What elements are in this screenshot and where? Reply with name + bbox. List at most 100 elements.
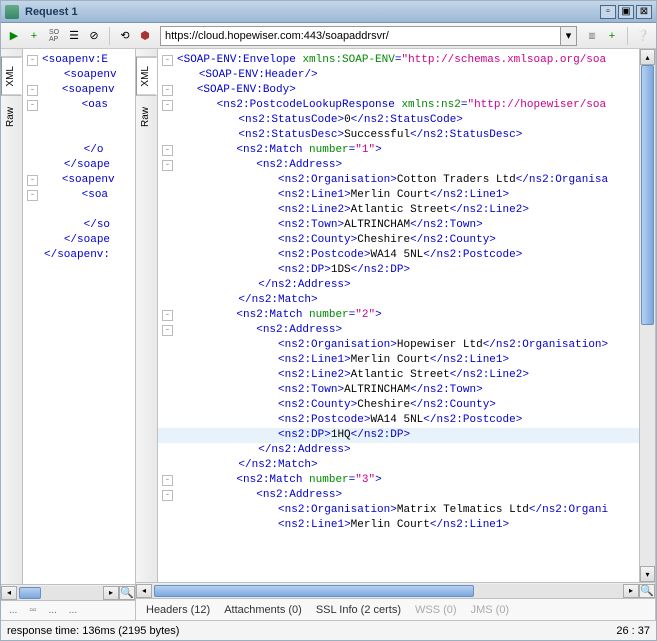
xml-line[interactable]: -<SOAP-ENV:Envelope xmlns:SOAP-ENV="http…	[158, 53, 639, 68]
request-xml-viewer[interactable]: -<soapenv:E <soapenv- <soapenv- <oas </o…	[23, 49, 135, 584]
xml-line[interactable]: <SOAP-ENV:Header/>	[158, 68, 639, 83]
xml-line[interactable]: <ns2:Town>ALTRINCHAM</ns2:Town>	[158, 383, 639, 398]
tree-icon[interactable]: ☰	[65, 27, 83, 45]
zoom-icon[interactable]: 🔍	[639, 584, 655, 598]
xml-line[interactable]: </soapenv:	[23, 248, 135, 263]
xml-line[interactable]: <soapenv	[23, 68, 135, 83]
soap-icon[interactable]: SOAP	[45, 27, 63, 45]
tab-sslinfo[interactable]: SSL Info (2 certs)	[316, 604, 401, 616]
fold-toggle-icon[interactable]: -	[27, 100, 38, 111]
scroll-left-button[interactable]: ◂	[1, 586, 17, 600]
add-button[interactable]: +	[25, 27, 43, 45]
scroll-down-button[interactable]: ▾	[640, 566, 655, 582]
xml-line[interactable]: </ns2:Address>	[158, 443, 639, 458]
fold-toggle-icon[interactable]: -	[162, 490, 173, 501]
xml-line[interactable]: - <ns2:Match number="3">	[158, 473, 639, 488]
help-icon[interactable]: ❔	[634, 27, 652, 45]
xml-line[interactable]: <ns2:Line1>Merlin Court</ns2:Line1>	[158, 353, 639, 368]
xml-line[interactable]: - <SOAP-ENV:Body>	[158, 83, 639, 98]
xml-line[interactable]: <ns2:County>Cheshire</ns2:County>	[158, 398, 639, 413]
wsi-icon[interactable]: ▥	[583, 27, 601, 45]
xml-line[interactable]: <ns2:DP>1DS</ns2:DP>	[158, 263, 639, 278]
fold-toggle-icon[interactable]: -	[27, 190, 38, 201]
xml-line[interactable]: </ns2:Match>	[158, 293, 639, 308]
url-dropdown-icon[interactable]: ▾	[561, 26, 577, 46]
xml-line[interactable]: - <ns2:PostcodeLookupResponse xmlns:ns2=…	[158, 98, 639, 113]
xml-line[interactable]: - <soapenv	[23, 173, 135, 188]
xml-line[interactable]: <ns2:Line1>Merlin Court</ns2:Line1>	[158, 518, 639, 533]
tab-raw-left[interactable]: Raw	[1, 98, 22, 136]
fold-toggle-icon[interactable]: -	[162, 160, 173, 171]
xml-line[interactable]: </ns2:Address>	[158, 278, 639, 293]
add-assertion-icon[interactable]: +	[603, 27, 621, 45]
xml-line[interactable]: </soape	[23, 233, 135, 248]
xml-line[interactable]	[23, 128, 135, 143]
run-button[interactable]: ▶	[5, 27, 23, 45]
xml-line[interactable]: <ns2:Organisation>Hopewiser Ltd</ns2:Org…	[158, 338, 639, 353]
tab-wss[interactable]: WSS (0)	[415, 604, 457, 616]
fold-toggle-icon[interactable]: -	[162, 475, 173, 486]
xml-line[interactable]: </o	[23, 143, 135, 158]
fold-toggle-icon[interactable]: -	[27, 55, 38, 66]
fold-toggle-icon[interactable]: -	[162, 55, 173, 66]
tab-attachments[interactable]: Attachments (0)	[224, 604, 302, 616]
tab-xml-left[interactable]: XML	[1, 57, 22, 96]
xml-line[interactable]: </soape	[23, 158, 135, 173]
scroll-left-button[interactable]: ◂	[136, 584, 152, 598]
xml-line[interactable]: <ns2:Postcode>WA14 5NL</ns2:Postcode>	[158, 248, 639, 263]
xml-line[interactable]: <ns2:StatusCode>0</ns2:StatusCode>	[158, 113, 639, 128]
scroll-thumb[interactable]	[19, 587, 41, 599]
xml-line[interactable]: <ns2:County>Cheshire</ns2:County>	[158, 233, 639, 248]
xml-line[interactable]: - <ns2:Match number="2">	[158, 308, 639, 323]
xml-line[interactable]: - <oas	[23, 98, 135, 113]
xml-line[interactable]: <ns2:DP>1HQ</ns2:DP>	[158, 428, 639, 443]
vscroll-thumb[interactable]	[641, 65, 654, 325]
scroll-track[interactable]	[17, 586, 103, 600]
xml-line[interactable]: - <soa	[23, 188, 135, 203]
minimize-button[interactable]: ▫	[600, 5, 616, 19]
xml-line[interactable]: <ns2:Line2>Atlantic Street</ns2:Line2>	[158, 368, 639, 383]
reset-icon[interactable]: ⊘	[85, 27, 103, 45]
fold-toggle-icon[interactable]: -	[27, 175, 38, 186]
xml-line[interactable]: <ns2:Town>ALTRINCHAM</ns2:Town>	[158, 218, 639, 233]
history-back-icon[interactable]: ⟲	[116, 27, 134, 45]
scroll-right-button[interactable]: ▸	[103, 586, 119, 600]
url-input[interactable]	[160, 26, 561, 46]
xml-line[interactable]: </so	[23, 218, 135, 233]
xml-line[interactable]: <ns2:Line1>Merlin Court</ns2:Line1>	[158, 188, 639, 203]
scroll-track[interactable]	[152, 584, 623, 598]
stop-icon[interactable]: ⬢	[136, 27, 154, 45]
xml-line[interactable]	[23, 203, 135, 218]
fold-toggle-icon[interactable]: -	[27, 85, 38, 96]
fold-toggle-icon[interactable]: -	[162, 310, 173, 321]
xml-line[interactable]: </ns2:Match>	[158, 458, 639, 473]
tab-raw-right[interactable]: Raw	[136, 98, 157, 136]
scroll-right-button[interactable]: ▸	[623, 584, 639, 598]
xml-line[interactable]: -<soapenv:E	[23, 53, 135, 68]
xml-line[interactable]	[23, 113, 135, 128]
fold-toggle-icon[interactable]: -	[162, 145, 173, 156]
maximize-button[interactable]: ▣	[618, 5, 634, 19]
zoom-icon[interactable]: 🔍	[119, 586, 135, 600]
xml-line[interactable]: <ns2:Organisation>Cotton Traders Ltd</ns…	[158, 173, 639, 188]
xml-line[interactable]: - <soapenv	[23, 83, 135, 98]
fold-toggle-icon[interactable]: -	[162, 325, 173, 336]
xml-line[interactable]: - <ns2:Match number="1">	[158, 143, 639, 158]
tab-xml-right[interactable]: XML	[136, 57, 157, 96]
scroll-up-button[interactable]: ▴	[640, 49, 655, 65]
xml-line[interactable]: <ns2:Line2>Atlantic Street</ns2:Line2>	[158, 203, 639, 218]
vscroll-track[interactable]	[640, 65, 655, 566]
tab-jms[interactable]: JMS (0)	[471, 604, 510, 616]
response-xml-viewer[interactable]: -<SOAP-ENV:Envelope xmlns:SOAP-ENV="http…	[158, 49, 639, 582]
tab-headers[interactable]: Headers (12)	[146, 604, 210, 616]
scroll-thumb[interactable]	[154, 585, 474, 597]
fold-toggle-icon[interactable]: -	[162, 100, 173, 111]
xml-line[interactable]: <ns2:Postcode>WA14 5NL</ns2:Postcode>	[158, 413, 639, 428]
xml-line[interactable]: - <ns2:Address>	[158, 488, 639, 503]
close-window-button[interactable]: ⊠	[636, 5, 652, 19]
xml-line[interactable]: <ns2:Organisation>Matrix Telmatics Ltd</…	[158, 503, 639, 518]
xml-line[interactable]: <ns2:StatusDesc>Successful</ns2:StatusDe…	[158, 128, 639, 143]
fold-toggle-icon[interactable]: -	[162, 85, 173, 96]
xml-line[interactable]: - <ns2:Address>	[158, 323, 639, 338]
xml-line[interactable]: - <ns2:Address>	[158, 158, 639, 173]
